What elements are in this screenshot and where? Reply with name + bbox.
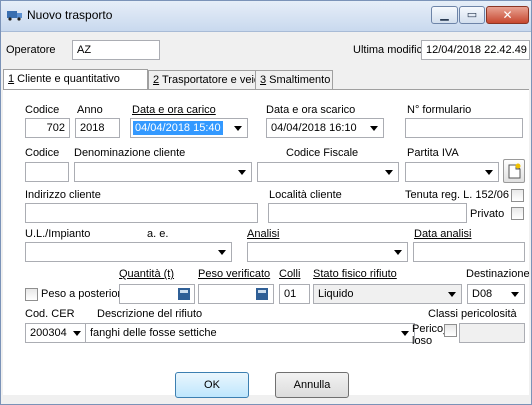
- chevron-down-icon: [218, 250, 226, 255]
- ae-label: a. e.: [147, 228, 169, 240]
- localita-field[interactable]: [268, 203, 467, 223]
- chevron-down-icon: [485, 170, 493, 175]
- data-carico-value: 04/04/2018 15:40: [133, 121, 223, 135]
- destinazione-combo[interactable]: D08: [467, 284, 525, 304]
- new-client-button[interactable]: [503, 159, 525, 183]
- codice-fiscale-label: Codice Fiscale: [286, 147, 359, 159]
- operatore-label: Operatore: [6, 44, 56, 56]
- cer-value: 200304: [30, 327, 67, 339]
- peso-posteriori-label: Peso a posteriori: [41, 288, 124, 300]
- stato-label: Stato fisico rifiuto: [313, 268, 397, 280]
- stato-combo[interactable]: Liquido: [313, 284, 462, 304]
- formulario-field[interactable]: [405, 118, 523, 138]
- annulla-button[interactable]: Annulla: [275, 372, 349, 398]
- cer-combo[interactable]: 200304: [25, 323, 87, 343]
- tenuta-checkbox[interactable]: [511, 189, 524, 202]
- chevron-down-icon: [238, 170, 246, 175]
- data-carico-label: Data e ora carico: [132, 104, 216, 116]
- title-bar[interactable]: Nuovo trasporto ▁ ▭ ✕: [1, 1, 531, 32]
- chevron-down-icon: [394, 250, 402, 255]
- anno-field[interactable]: 2018: [75, 118, 120, 138]
- close-icon: ✕: [502, 8, 513, 22]
- descrizione-value: fanghi delle fosse settiche: [90, 327, 217, 339]
- codice-field[interactable]: 702: [25, 118, 70, 138]
- window: Nuovo trasporto ▁ ▭ ✕ Operatore AZ Ultim…: [0, 0, 532, 405]
- ul-impianto-combo[interactable]: [25, 242, 232, 262]
- ok-button[interactable]: OK: [175, 372, 249, 398]
- data-scarico-value: 04/04/2018 16:10: [271, 122, 357, 134]
- ul-impianto-label: U.L./Impianto: [25, 228, 91, 240]
- descrizione-label: Descrizione del rifiuto: [97, 308, 203, 320]
- calculator-icon[interactable]: [255, 287, 269, 301]
- chevron-down-icon: [73, 331, 81, 336]
- stato-value: Liquido: [318, 288, 354, 300]
- new-document-icon: [508, 163, 521, 179]
- pericoloso-checkbox[interactable]: [444, 324, 457, 337]
- formulario-label: N° formulario: [407, 104, 472, 116]
- classi-label: Classi pericolosità: [428, 308, 517, 320]
- tenuta-label: Tenuta reg. L. 152/06: [405, 189, 509, 201]
- anno-label: Anno: [77, 104, 103, 116]
- denominazione-combo[interactable]: [74, 162, 252, 182]
- privato-checkbox[interactable]: [511, 207, 524, 220]
- analisi-combo[interactable]: [247, 242, 408, 262]
- partita-iva-combo[interactable]: [405, 162, 499, 182]
- partita-iva-label: Partita IVA: [407, 147, 459, 159]
- chevron-down-icon: [234, 126, 242, 131]
- classi-field: [459, 323, 525, 343]
- indirizzo-field[interactable]: [25, 203, 258, 223]
- window-title: Nuovo trasporto: [27, 8, 113, 22]
- destinazione-value: D08: [472, 288, 493, 300]
- peso-posteriori-checkbox[interactable]: [25, 288, 38, 301]
- chevron-down-icon: [448, 292, 456, 297]
- peso-verificato-label: Peso verificato: [198, 268, 271, 280]
- truck-icon: [7, 11, 22, 21]
- descrizione-combo[interactable]: fanghi delle fosse settiche: [85, 323, 415, 343]
- chevron-down-icon: [511, 292, 519, 297]
- close-button[interactable]: ✕: [486, 6, 529, 24]
- colli-label: Colli: [279, 268, 301, 280]
- minimize-button[interactable]: ▁: [431, 6, 458, 24]
- calculator-icon[interactable]: [177, 287, 191, 301]
- cer-label: Cod. CER: [25, 308, 75, 320]
- codice-cliente-label: Codice: [25, 147, 60, 159]
- analisi-label: Analisi: [247, 228, 280, 240]
- maximize-icon: ▭: [466, 9, 478, 21]
- chevron-down-icon: [370, 126, 378, 131]
- chevron-down-icon: [401, 331, 409, 336]
- tab-smaltimento[interactable]: 3 Smaltimento: [255, 70, 333, 90]
- quantita-label: Quantità (t): [119, 268, 175, 280]
- localita-label: Località cliente: [269, 189, 342, 201]
- ultima-modifica-label: Ultima modifica: [353, 44, 429, 56]
- codice-label: Codice: [25, 104, 60, 116]
- denominazione-label: Denominazione cliente: [74, 147, 186, 159]
- destinazione-label: Destinazione: [466, 268, 530, 280]
- chevron-down-icon: [385, 170, 393, 175]
- data-scarico-label: Data e ora scarico: [266, 104, 356, 116]
- colli-field[interactable]: 01: [279, 284, 310, 304]
- tab-cliente[interactable]: 1 Cliente e quantitativo: [3, 69, 148, 90]
- operatore-field[interactable]: AZ: [72, 40, 160, 60]
- maximize-button[interactable]: ▭: [459, 6, 485, 24]
- indirizzo-label: Indirizzo cliente: [25, 189, 101, 201]
- data-scarico-picker[interactable]: 04/04/2018 16:10: [266, 118, 384, 138]
- privato-label: Privato: [470, 208, 505, 220]
- codice-fiscale-combo[interactable]: [257, 162, 399, 182]
- minimize-icon: ▁: [440, 9, 449, 21]
- codice-cliente-field[interactable]: [25, 162, 69, 182]
- data-analisi-label: Data analisi: [414, 228, 472, 240]
- data-analisi-field[interactable]: [413, 242, 525, 262]
- ultima-modifica-field: 12/04/2018 22.42.49: [421, 40, 530, 60]
- data-carico-picker[interactable]: 04/04/2018 15:40: [130, 118, 248, 138]
